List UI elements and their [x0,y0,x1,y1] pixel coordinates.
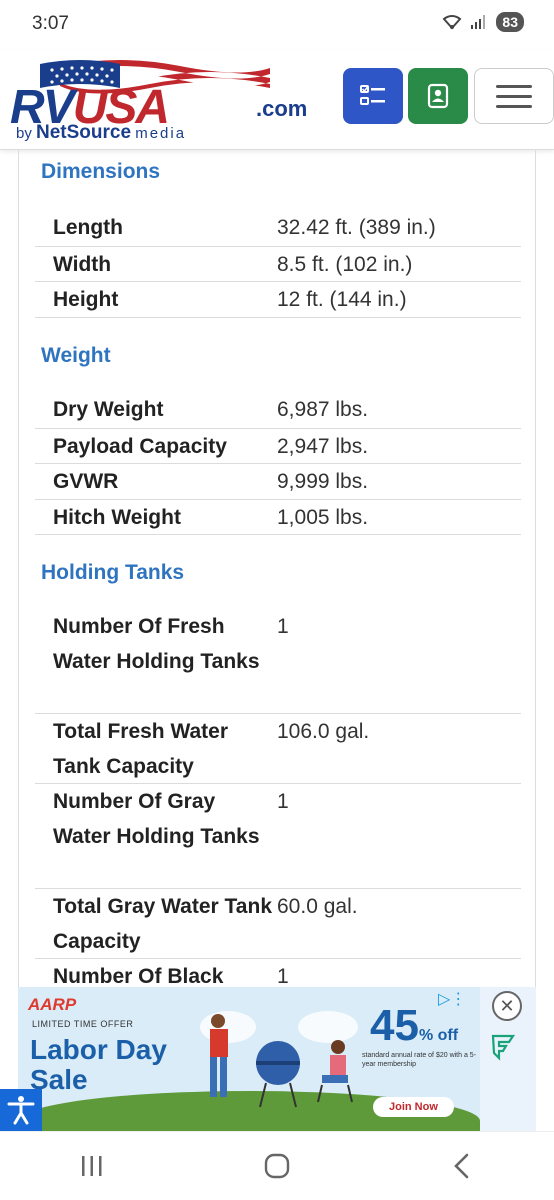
accessibility-button[interactable] [0,1089,42,1131]
spec-label: Height [53,288,119,311]
spec-row: Height 12 ft. (144 in.) [35,282,521,318]
checklist-button[interactable] [343,68,403,124]
section-holding-tanks: Holding Tanks Number Of Fresh Water Hold… [19,555,535,990]
ad-fineprint: standard annual rate of $20 with a 5-yea… [362,1052,477,1068]
ad-percent: 45 [370,1001,419,1050]
close-icon: ✕ [499,995,515,1016]
spec-table: Number Of Fresh Water Holding Tanks 1 To… [35,609,521,990]
spec-label: Hitch Weight [53,506,181,529]
spec-row: Total Fresh Water Tank Capacity 106.0 ga… [35,714,521,784]
home-button[interactable] [247,1146,307,1186]
spec-label: Width [53,253,112,276]
signal-icon [471,15,486,29]
status-bar: 3:07 83 [0,0,554,50]
recent-apps-button[interactable] [62,1146,122,1186]
spec-value: 1 [277,615,289,638]
ad-brand-logo: AARP [28,995,77,1014]
rvusa-logo[interactable]: RVUSA .com by NetSource media [10,56,332,146]
battery-indicator: 83 [496,12,524,32]
spec-row: GVWR 9,999 lbs. [35,464,521,500]
ad-offer-text: LIMITED TIME OFFER [32,1019,134,1029]
ad-close-button[interactable]: ✕ [492,991,522,1021]
spec-row: Length 32.42 ft. (389 in.) [35,210,521,247]
ad-network-icon [491,1034,516,1061]
spec-row: Payload Capacity 2,947 lbs. [35,429,521,464]
section-title: Holding Tanks [41,561,185,584]
spec-value: 9,999 lbs. [277,470,369,493]
spec-value: 8.5 ft. (102 in.) [277,253,413,276]
spec-row: Number Of Fresh Water Holding Tanks 1 [35,609,521,714]
spec-row: Dry Weight 6,987 lbs. [35,392,521,429]
logo-by-text: by [16,125,32,142]
spec-value: 1 [277,790,289,813]
ad-join-button[interactable]: Join Now [373,1097,454,1117]
logo-media-text: media [135,125,187,142]
site-header: RVUSA .com by NetSource media [0,50,554,150]
spec-value: 12 ft. (144 in.) [277,288,407,311]
spec-label: Total Gray Water Tank Capacity [53,895,272,953]
section-dimensions: Dimensions Length 32.42 ft. (389 in.) Wi… [19,154,535,318]
adchoices-icon[interactable]: ▷⋮ [438,989,466,1009]
spec-value: 6,987 lbs. [277,398,369,421]
spec-label: Number Of Gray Water Holding Tanks [53,790,260,848]
home-icon [264,1153,290,1179]
status-icons: 83 [442,12,524,32]
spec-value: 60.0 gal. [277,895,358,918]
spec-label: Total Fresh Water Tank Capacity [53,720,229,778]
contact-card-icon [427,83,449,109]
section-title: Dimensions [41,160,161,183]
spec-label: Length [53,216,123,239]
spec-row: Width 8.5 ft. (102 in.) [35,247,521,282]
spec-row: Number Of Black 1 [35,959,521,990]
logo-com-text: .com [256,96,308,121]
logo-netsource-text: NetSource [36,122,132,143]
back-button[interactable] [432,1146,492,1186]
status-time: 3:07 [32,13,69,34]
menu-button[interactable] [474,68,554,124]
spec-value: 106.0 gal. [277,720,370,743]
recent-apps-icon [82,1156,102,1176]
spec-label: Number Of Black [53,965,224,988]
accessibility-icon [7,1096,35,1125]
ad-headline: Labor Day Sale [30,1034,167,1095]
spec-label: Number Of Fresh Water Holding Tanks [53,615,260,673]
spec-label: Dry Weight [53,398,164,421]
spec-row: Number Of Gray Water Holding Tanks 1 [35,784,521,889]
ad-banner[interactable]: AARP LIMITED TIME OFFER Labor Day Sale 4… [18,987,536,1131]
back-icon [453,1153,468,1179]
hamburger-icon [496,78,532,115]
spec-row: Hitch Weight 1,005 lbs. [35,500,521,535]
contact-button[interactable] [408,68,468,124]
checklist-icon [360,85,385,105]
spec-content: Dimensions Length 32.42 ft. (389 in.) Wi… [18,150,536,990]
section-title: Weight [41,344,111,367]
ad-percent-suffix: % off [418,1027,459,1044]
spec-value: 1 [277,965,289,988]
spec-value: 32.42 ft. (389 in.) [277,216,436,239]
spec-label: GVWR [53,470,119,493]
spec-label: Payload Capacity [53,435,227,458]
spec-value: 2,947 lbs. [277,435,369,458]
spec-table: Dry Weight 6,987 lbs. Payload Capacity 2… [35,392,521,535]
logo-byline: by NetSource media [16,122,186,144]
spec-value: 1,005 lbs. [277,506,369,529]
grill-illustration-icon [200,1011,358,1108]
system-nav-bar [0,1131,554,1200]
spec-row: Total Gray Water Tank Capacity 60.0 gal. [35,889,521,959]
spec-table: Length 32.42 ft. (389 in.) Width 8.5 ft.… [35,210,521,318]
wifi-icon [443,15,462,30]
section-weight: Weight Dry Weight 6,987 lbs. Payload Cap… [19,338,535,535]
